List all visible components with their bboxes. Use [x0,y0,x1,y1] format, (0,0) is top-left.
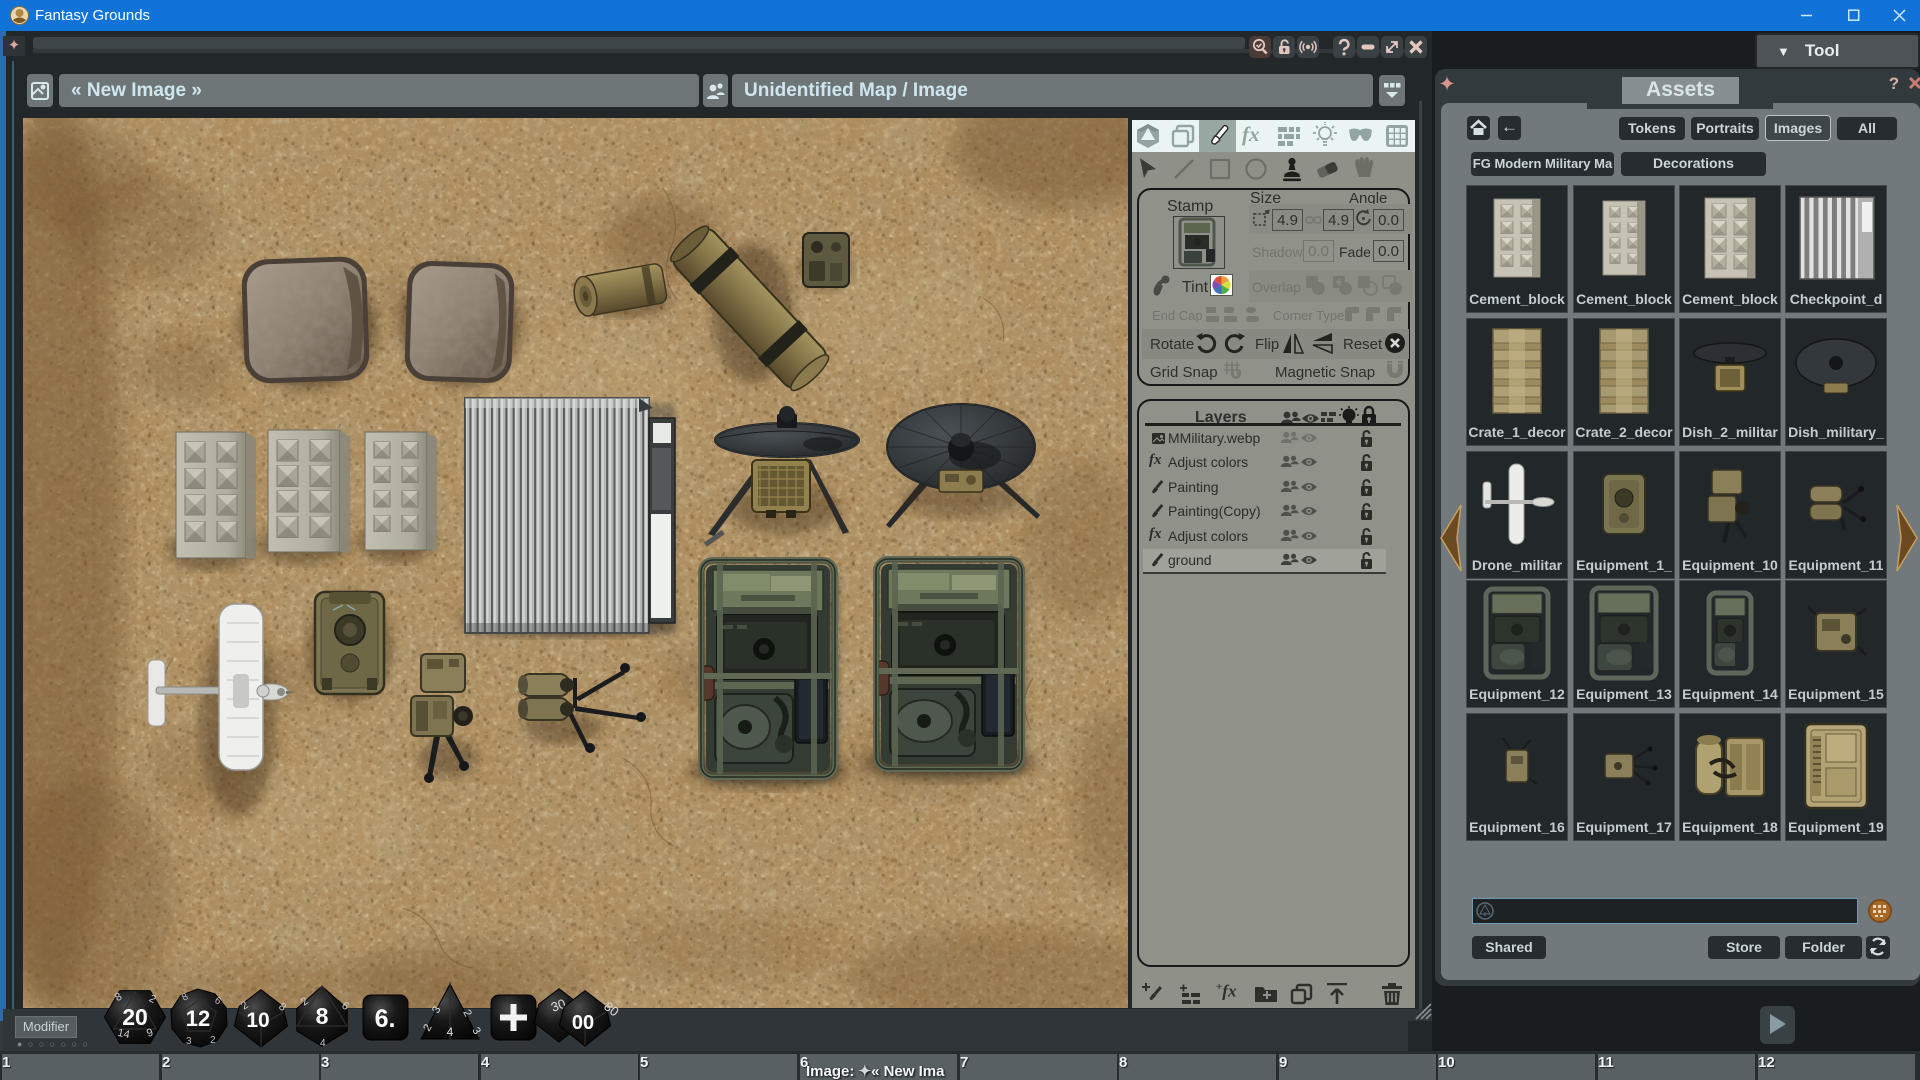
svg-text:00: 00 [572,1012,594,1034]
svg-text:2: 2 [210,1035,216,1046]
svg-text:4: 4 [320,1038,326,1049]
svg-text:6.: 6. [375,1005,396,1033]
svg-text:3: 3 [186,1036,192,1047]
svg-text:10: 10 [246,1009,269,1032]
svg-text:14: 14 [116,1027,130,1041]
svg-text:4: 4 [447,1025,454,1039]
svg-text:20: 20 [122,1004,148,1030]
svg-text:8: 8 [316,1003,329,1029]
svg-text:12: 12 [186,1006,210,1031]
